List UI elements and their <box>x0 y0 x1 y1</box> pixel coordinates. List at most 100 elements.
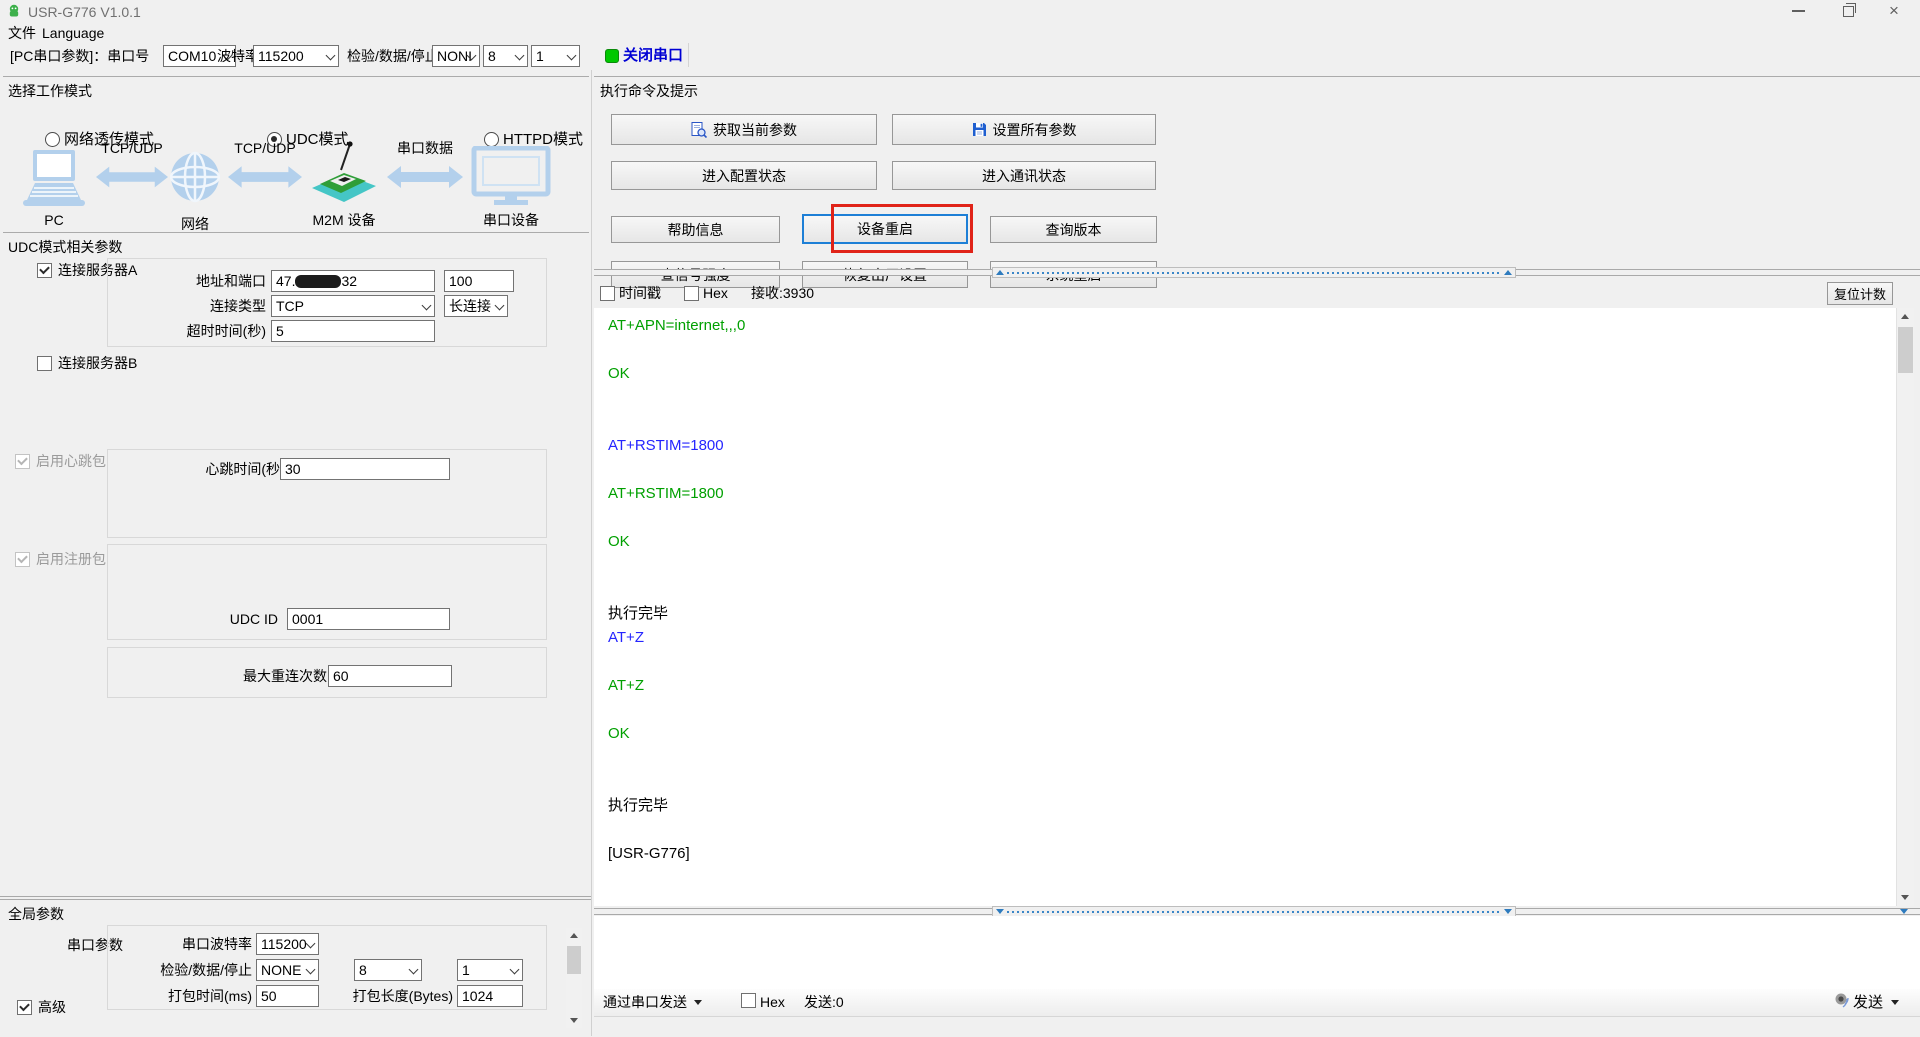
heartbeat-time-input[interactable]: 30 <box>280 458 450 480</box>
conn-mode-select[interactable]: 长连接 <box>444 295 508 317</box>
server-b-label[interactable]: 连接服务器B <box>58 355 137 372</box>
menu-file[interactable]: 文件 <box>8 25 36 42</box>
splitter-grip[interactable] <box>992 267 1516 278</box>
menu-bar: 文件 Language <box>0 23 1920 43</box>
heartbeat-label[interactable]: 启用心跳包 <box>36 453 106 470</box>
rx-hex-label[interactable]: Hex <box>703 285 728 302</box>
serial-toolbar: [PC串口参数]：串口号 COM10 波特率 115200 检验/数据/停止 N… <box>0 43 1920 69</box>
timeout-input[interactable]: 5 <box>271 320 435 342</box>
radio-httpd-mode[interactable] <box>484 132 499 147</box>
splitter-arrow-up-icon[interactable] <box>1504 270 1512 275</box>
pack-len-label: 打包长度(Bytes) <box>352 988 453 1004</box>
scrollbar-thumb[interactable] <box>567 946 581 974</box>
send-via-serial-button[interactable]: 通过串口发送 <box>603 994 687 1011</box>
pack-time-input[interactable]: 50 <box>256 985 319 1007</box>
terminal-line: AT+Z <box>608 629 644 646</box>
dropdown-caret-icon[interactable] <box>694 1000 702 1005</box>
parity-select[interactable]: NONI <box>432 45 480 67</box>
addr-label: 地址和端口 <box>196 273 266 289</box>
heartbeat-time-label: 心跳时间(秒 <box>205 461 280 477</box>
scroll-up-icon[interactable] <box>570 933 578 938</box>
chevron-down-icon <box>514 50 525 61</box>
chevron-down-icon <box>305 938 316 949</box>
pack-len-input[interactable]: 1024 <box>457 985 523 1007</box>
scroll-up-icon[interactable] <box>1901 314 1909 319</box>
dropdown-caret-icon[interactable] <box>1891 1000 1899 1005</box>
tx-count-label: 发送:0 <box>804 994 844 1010</box>
scrollbar-thumb[interactable] <box>1898 327 1913 373</box>
server-addr-input[interactable]: 47. 32 <box>271 270 435 292</box>
server-a-checkbox[interactable] <box>37 263 52 278</box>
pc-serial-params-label: [PC串口参数]：串口号 <box>10 48 150 64</box>
query-version-button[interactable]: 查询版本 <box>990 216 1157 243</box>
conn-type-select[interactable]: TCP <box>271 295 435 317</box>
horizontal-splitter-bottom[interactable] <box>594 906 1920 917</box>
server-port-input[interactable]: 100 <box>444 270 514 292</box>
send-input-area[interactable] <box>594 916 1920 989</box>
timestamp-label[interactable]: 时间戳 <box>619 285 661 302</box>
chevron-down-icon <box>494 300 505 311</box>
terminal-line: OK <box>608 365 630 382</box>
tx-hex-checkbox[interactable] <box>741 993 756 1008</box>
global-baud-label: 串口波特率 <box>182 936 252 952</box>
global-parity-label: 检验/数据/停止 <box>160 962 252 978</box>
left-scrollbar[interactable] <box>566 928 582 1028</box>
advanced-checkbox[interactable] <box>17 1000 32 1015</box>
heartbeat-checkbox[interactable] <box>15 454 30 469</box>
databits-select[interactable]: 8 <box>483 45 528 67</box>
enter-comm-button[interactable]: 进入通讯状态 <box>892 161 1156 190</box>
restore-button[interactable] <box>1843 3 1856 17</box>
terminal-line: [USR-G776] <box>608 845 690 862</box>
enter-config-button[interactable]: 进入配置状态 <box>611 161 877 190</box>
timestamp-checkbox[interactable] <box>600 286 615 301</box>
regpkg-label[interactable]: 启用注册包 <box>36 551 106 568</box>
send-button[interactable]: 发送 <box>1853 994 1883 1011</box>
terminal-output[interactable]: AT+APN=internet,,,0 OK AT+RSTIM=1800 AT+… <box>594 308 1896 906</box>
node-pc-label: PC <box>44 212 64 228</box>
get-params-button[interactable]: 获取当前参数 <box>611 114 877 145</box>
scroll-down-icon[interactable] <box>1901 895 1909 900</box>
splitter-arrow-down-icon[interactable] <box>1900 909 1908 914</box>
radio-transparent-mode[interactable] <box>45 132 60 147</box>
global-stopbits-select[interactable]: 1 <box>457 959 523 981</box>
chevron-down-icon <box>421 300 432 311</box>
global-databits-select[interactable]: 8 <box>354 959 422 981</box>
reset-counter-button[interactable]: 复位计数 <box>1827 282 1893 305</box>
minimize-button[interactable] <box>1792 10 1805 12</box>
udc-group-title: UDC模式相关参数 <box>8 239 123 255</box>
splitter-arrow-down-icon[interactable] <box>1504 909 1512 914</box>
terminal-line: OK <box>608 725 630 742</box>
terminal-line: AT+RSTIM=1800 <box>608 437 724 454</box>
baud-select[interactable]: 115200 <box>253 45 339 67</box>
reconnect-panel <box>107 647 547 698</box>
global-parity-select[interactable]: NONE <box>256 959 319 981</box>
set-all-params-button[interactable]: 设置所有参数 <box>892 114 1156 145</box>
serial-monitor-icon <box>470 146 552 208</box>
server-b-checkbox[interactable] <box>37 356 52 371</box>
advanced-label[interactable]: 高级 <box>38 999 66 1016</box>
menu-language[interactable]: Language <box>42 25 104 42</box>
regpkg-checkbox[interactable] <box>15 552 30 567</box>
splitter-arrow-up-icon[interactable] <box>996 270 1004 275</box>
horizontal-splitter-top[interactable] <box>594 267 1920 278</box>
terminal-scrollbar[interactable] <box>1896 308 1914 906</box>
close-button[interactable]: × <box>1889 2 1899 19</box>
reconnect-input[interactable]: 60 <box>328 665 452 687</box>
help-info-button[interactable]: 帮助信息 <box>611 216 780 243</box>
udc-id-input[interactable]: 0001 <box>287 608 450 630</box>
node-m2m-label: M2M 设备 <box>312 212 376 228</box>
stopbits-select[interactable]: 1 <box>531 45 580 67</box>
chevron-down-icon <box>566 50 577 61</box>
splitter-arrow-down-icon[interactable] <box>996 909 1004 914</box>
global-baud-select[interactable]: 115200 <box>256 933 319 955</box>
rx-hex-checkbox[interactable] <box>684 286 699 301</box>
scroll-down-icon[interactable] <box>570 1018 578 1023</box>
close-port-button[interactable]: 关闭串口 <box>623 47 683 64</box>
panel-divider[interactable] <box>591 70 592 1036</box>
terminal-line: AT+RSTIM=1800 <box>608 485 724 502</box>
tx-hex-label[interactable]: Hex <box>760 994 785 1011</box>
